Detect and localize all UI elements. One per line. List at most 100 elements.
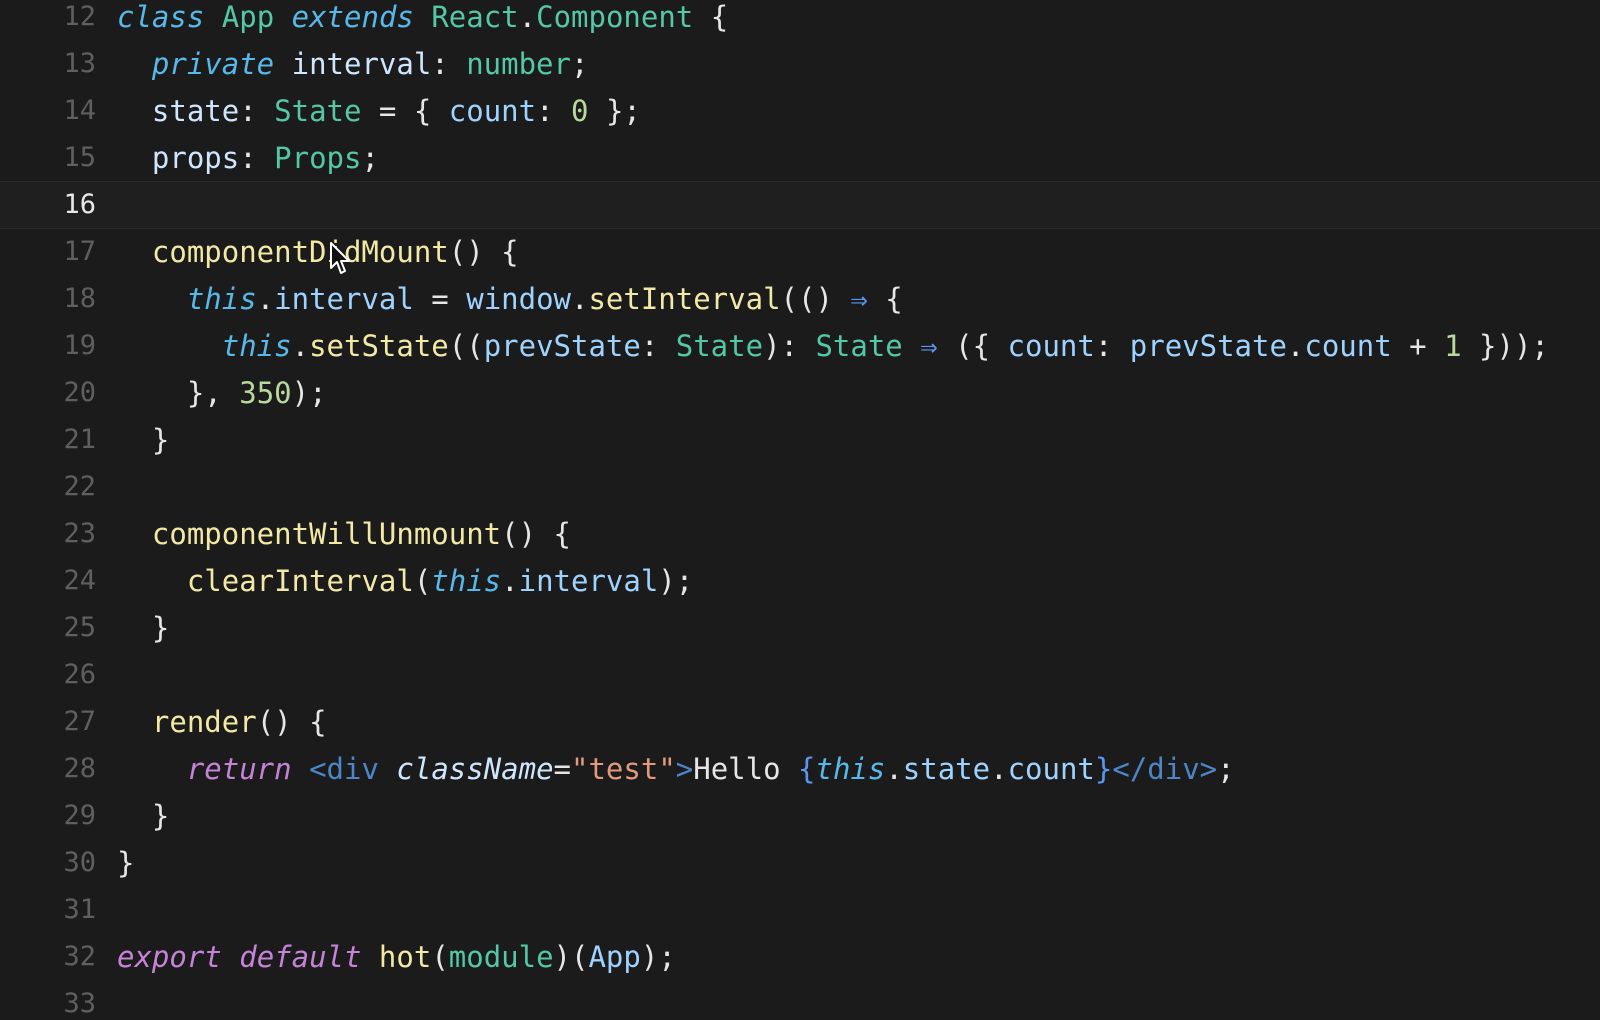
code-token: )( xyxy=(553,940,589,974)
code-text: private interval: number; xyxy=(117,40,589,88)
code-token: . xyxy=(571,282,589,316)
code-token: () { xyxy=(501,517,571,551)
code-token: . xyxy=(990,752,1008,786)
code-text: render() { xyxy=(117,698,327,746)
code-line[interactable]: 30} xyxy=(0,839,1600,887)
code-token: . xyxy=(501,564,519,598)
line-number: 19 xyxy=(63,330,96,361)
code-token: }; xyxy=(588,94,641,128)
code-line[interactable]: 14 state: State = { count: 0 }; xyxy=(0,87,1600,135)
code-line[interactable]: 25 } xyxy=(0,604,1600,652)
code-token: this xyxy=(815,752,886,786)
code-line[interactable]: 32 export default hot(module)(App); xyxy=(0,933,1600,981)
code-token: "test" xyxy=(571,752,676,786)
code-text: } xyxy=(117,416,169,464)
code-line[interactable]: 17 componentDidMount() { xyxy=(0,228,1600,276)
code-line[interactable]: 29 } xyxy=(0,792,1600,840)
code-token: } xyxy=(151,799,170,833)
code-token: ( xyxy=(413,564,432,598)
code-token: State xyxy=(815,329,903,363)
code-token: (() xyxy=(780,282,851,316)
code-token: state xyxy=(151,94,240,128)
code-token: ); xyxy=(291,376,327,410)
code-text: } xyxy=(117,604,169,652)
code-token: . xyxy=(518,0,537,34)
code-line[interactable]: 21 } xyxy=(0,416,1600,464)
code-line[interactable]: 22 xyxy=(0,463,1600,511)
code-token: count xyxy=(1007,329,1095,363)
line-number: 31 xyxy=(63,894,96,925)
code-token: interval xyxy=(274,282,414,316)
code-token: }, xyxy=(186,376,240,410)
code-line[interactable]: 27 render() { xyxy=(0,698,1600,746)
code-line[interactable]: 12 class App extends React.Component { xyxy=(0,0,1600,41)
code-token: React xyxy=(431,0,519,34)
code-token: } xyxy=(151,423,170,457)
code-line[interactable]: 16 xyxy=(0,181,1600,229)
code-token: render xyxy=(151,705,257,739)
code-token: (( xyxy=(448,329,484,363)
code-token: return xyxy=(186,752,292,786)
code-token: ); xyxy=(658,564,694,598)
code-line[interactable]: 18 this.interval = window.setInterval(()… xyxy=(0,275,1600,323)
line-number: 29 xyxy=(63,800,96,831)
code-line[interactable]: 31 xyxy=(0,886,1600,934)
line-number: 12 xyxy=(63,1,96,32)
code-token: { xyxy=(867,282,903,316)
code-token: ⇒ xyxy=(850,282,868,316)
code-token: export xyxy=(117,940,222,974)
code-token: () { xyxy=(448,235,519,269)
code-token: hot xyxy=(378,940,432,974)
code-token: interval xyxy=(291,47,432,81)
code-token: props xyxy=(151,141,240,175)
code-line[interactable]: 20 }, 350); xyxy=(0,369,1600,417)
code-token: { xyxy=(693,0,729,34)
code-token: class xyxy=(117,0,205,34)
code-token: setState xyxy=(309,329,449,363)
line-number: 16 xyxy=(63,189,96,220)
line-number: 30 xyxy=(63,847,96,878)
code-token: Props xyxy=(274,141,362,175)
code-token: ; xyxy=(1217,752,1235,786)
code-line[interactable]: 19 this.setState((prevState: State): Sta… xyxy=(0,322,1600,370)
code-line[interactable]: 33 xyxy=(0,980,1600,1020)
line-number: 33 xyxy=(63,988,96,1019)
code-text: props: Props; xyxy=(117,134,379,182)
code-token: = xyxy=(553,752,572,786)
code-editor[interactable]: 12 class App extends React.Component {13 … xyxy=(0,0,1600,1020)
code-line[interactable]: 24 clearInterval(this.interval); xyxy=(0,557,1600,605)
code-line[interactable]: 13 private interval: number; xyxy=(0,40,1600,88)
code-token: < xyxy=(309,752,327,786)
code-token: Hello xyxy=(693,752,799,786)
code-token: + xyxy=(1391,329,1445,363)
code-line[interactable]: 26 xyxy=(0,651,1600,699)
code-token: module xyxy=(448,940,554,974)
code-line[interactable]: 15 props: Props; xyxy=(0,134,1600,182)
code-token: : xyxy=(239,94,275,128)
code-token: prevState xyxy=(1129,329,1287,363)
code-token: div xyxy=(326,752,379,786)
code-token: : xyxy=(536,94,572,128)
code-token: private xyxy=(151,47,275,81)
code-token: = xyxy=(413,282,467,316)
line-number: 13 xyxy=(63,48,96,79)
line-number: 18 xyxy=(63,283,96,314)
line-number: 25 xyxy=(63,612,96,643)
code-token: count xyxy=(1007,752,1095,786)
code-token: State xyxy=(675,329,764,363)
code-line[interactable]: 23 componentWillUnmount() { xyxy=(0,510,1600,558)
code-line[interactable]: 28 return <div className="test">Hello {t… xyxy=(0,745,1600,793)
code-token: . xyxy=(885,752,903,786)
code-token: App xyxy=(588,940,641,974)
